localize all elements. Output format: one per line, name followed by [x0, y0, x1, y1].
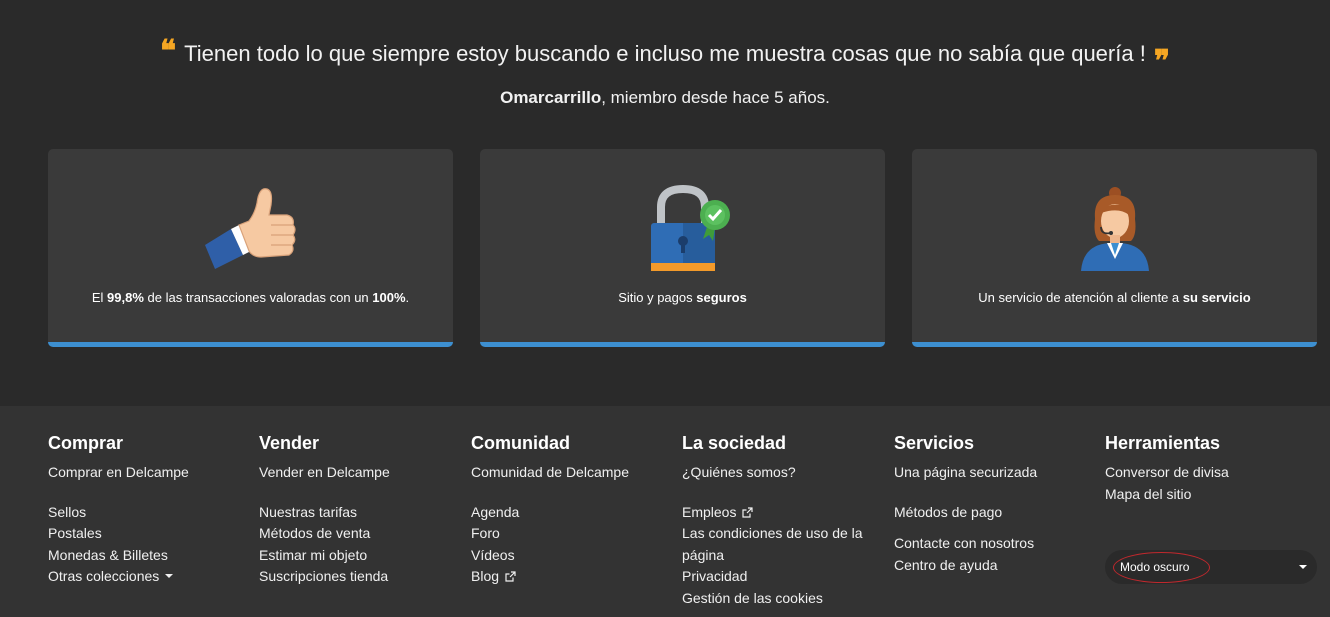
footer-heading: Comunidad [471, 433, 570, 453]
dark-mode-select[interactable]: Modo oscuro [1105, 550, 1317, 584]
footer-link-monedas-billetes[interactable]: Monedas & Billetes [48, 545, 248, 567]
footer-link-condiciones[interactable]: Las condiciones de uso de la página [682, 523, 872, 566]
footer-link-quienes-somos[interactable]: ¿Quiénes somos? [682, 462, 872, 484]
footer-link-empleos[interactable]: Empleos [682, 502, 872, 524]
footer-link-blog[interactable]: Blog [471, 566, 671, 588]
caption-bold: 99,8% [107, 290, 144, 305]
testimonial-author: Omarcarrillo, miembro desde hace 5 años. [0, 88, 1330, 108]
footer-link-pagina-securizada[interactable]: Una página securizada [894, 462, 1094, 484]
footer-col-comunidad: Comunidad Comunidad de Delcampe Agenda F… [471, 432, 671, 588]
footer-col-servicios: Servicios Una página securizada Métodos … [894, 432, 1094, 576]
footer-heading: Herramientas [1105, 433, 1221, 453]
footer-link-comprar-en-delcampe[interactable]: Comprar en Delcampe [48, 462, 248, 484]
footer-heading: Comprar [48, 433, 124, 453]
feature-card-support: Un servicio de atención al cliente a su … [912, 149, 1317, 347]
external-link-icon [742, 506, 754, 518]
thumbs-up-icon [204, 188, 296, 269]
caption-bold: su servicio [1182, 290, 1251, 305]
footer-heading: Vender [259, 433, 320, 453]
footer-link-centro-ayuda[interactable]: Centro de ayuda [894, 555, 1094, 577]
card-caption: El 99,8% de las transacciones valoradas … [48, 290, 453, 305]
footer-link-conversor-divisa[interactable]: Conversor de divisa [1105, 462, 1305, 484]
footer-link-vender-en-delcampe[interactable]: Vender en Delcampe [259, 462, 459, 484]
footer-link-otras-colecciones[interactable]: Otras colecciones [48, 566, 248, 588]
testimonial: ❝ Tienen todo lo que siempre estoy busca… [0, 34, 1330, 108]
caption-text: . [405, 290, 410, 305]
caption-bold: 100% [372, 290, 406, 305]
external-link-icon [505, 571, 516, 582]
close-quote-icon: ❞ [1153, 44, 1170, 79]
caption-bold: seguros [696, 290, 747, 305]
footer-link-agenda[interactable]: Agenda [471, 502, 671, 524]
footer-link-privacidad[interactable]: Privacidad [682, 566, 872, 588]
footer-link-comunidad[interactable]: Comunidad de Delcampe [471, 462, 671, 484]
caption-text: El [91, 290, 108, 305]
testimonial-quote: ❝ Tienen todo lo que siempre estoy busca… [160, 34, 1170, 79]
caption-text: Sitio y pagos [618, 290, 697, 305]
footer-heading: La sociedad [682, 433, 787, 453]
card-caption: Sitio y pagos seguros [480, 290, 885, 305]
link-label: Blog [471, 568, 500, 584]
footer-link-sellos[interactable]: Sellos [48, 502, 248, 524]
chevron-down-icon [1299, 565, 1307, 569]
feature-card-ratings: El 99,8% de las transacciones valoradas … [48, 149, 453, 347]
footer-heading: Servicios [894, 433, 975, 453]
footer-link-metodos-venta[interactable]: Métodos de venta [259, 523, 459, 545]
footer-link-postales[interactable]: Postales [48, 523, 248, 545]
site-footer: Comprar Comprar en Delcampe Sellos Posta… [0, 406, 1330, 617]
footer-link-suscripciones[interactable]: Suscripciones tienda [259, 566, 459, 588]
footer-link-videos[interactable]: Vídeos [471, 545, 671, 567]
footer-link-estimar-objeto[interactable]: Estimar mi objeto [259, 545, 459, 567]
footer-link-tarifas[interactable]: Nuestras tarifas [259, 502, 459, 524]
footer-link-contacte[interactable]: Contacte con nosotros [894, 533, 1094, 555]
caption-text: de las transacciones valoradas con un [143, 290, 373, 305]
footer-link-cookies[interactable]: Gestión de las cookies [682, 588, 872, 610]
quote-text: Tienen todo lo que siempre estoy buscand… [184, 41, 1146, 66]
footer-col-herramientas: Herramientas Conversor de divisa Mapa de… [1105, 432, 1305, 505]
author-since: , miembro desde hace 5 años. [601, 88, 830, 107]
author-name: Omarcarrillo [500, 88, 602, 107]
caret-down-icon [165, 574, 174, 578]
footer-col-vender: Vender Vender en Delcampe Nuestras tarif… [259, 432, 459, 588]
footer-link-mapa-sitio[interactable]: Mapa del sitio [1105, 484, 1305, 506]
feature-card-security: Sitio y pagos seguros [480, 149, 885, 347]
card-caption: Un servicio de atención al cliente a su … [912, 290, 1317, 305]
dark-mode-select-value: Modo oscuro [1120, 560, 1190, 574]
padlock-icon [650, 184, 730, 271]
footer-link-metodos-pago[interactable]: Métodos de pago [894, 502, 1094, 524]
support-agent-icon [1080, 187, 1149, 271]
footer-col-sociedad: La sociedad ¿Quiénes somos? Empleos Las … [682, 432, 872, 609]
open-quote-icon: ❝ [160, 34, 177, 69]
footer-col-comprar: Comprar Comprar en Delcampe Sellos Posta… [48, 432, 248, 588]
link-label: Otras colecciones [48, 568, 160, 584]
caption-text: Un servicio de atención al cliente a [978, 290, 1183, 305]
link-label: Empleos [682, 503, 737, 520]
footer-link-foro[interactable]: Foro [471, 523, 671, 545]
